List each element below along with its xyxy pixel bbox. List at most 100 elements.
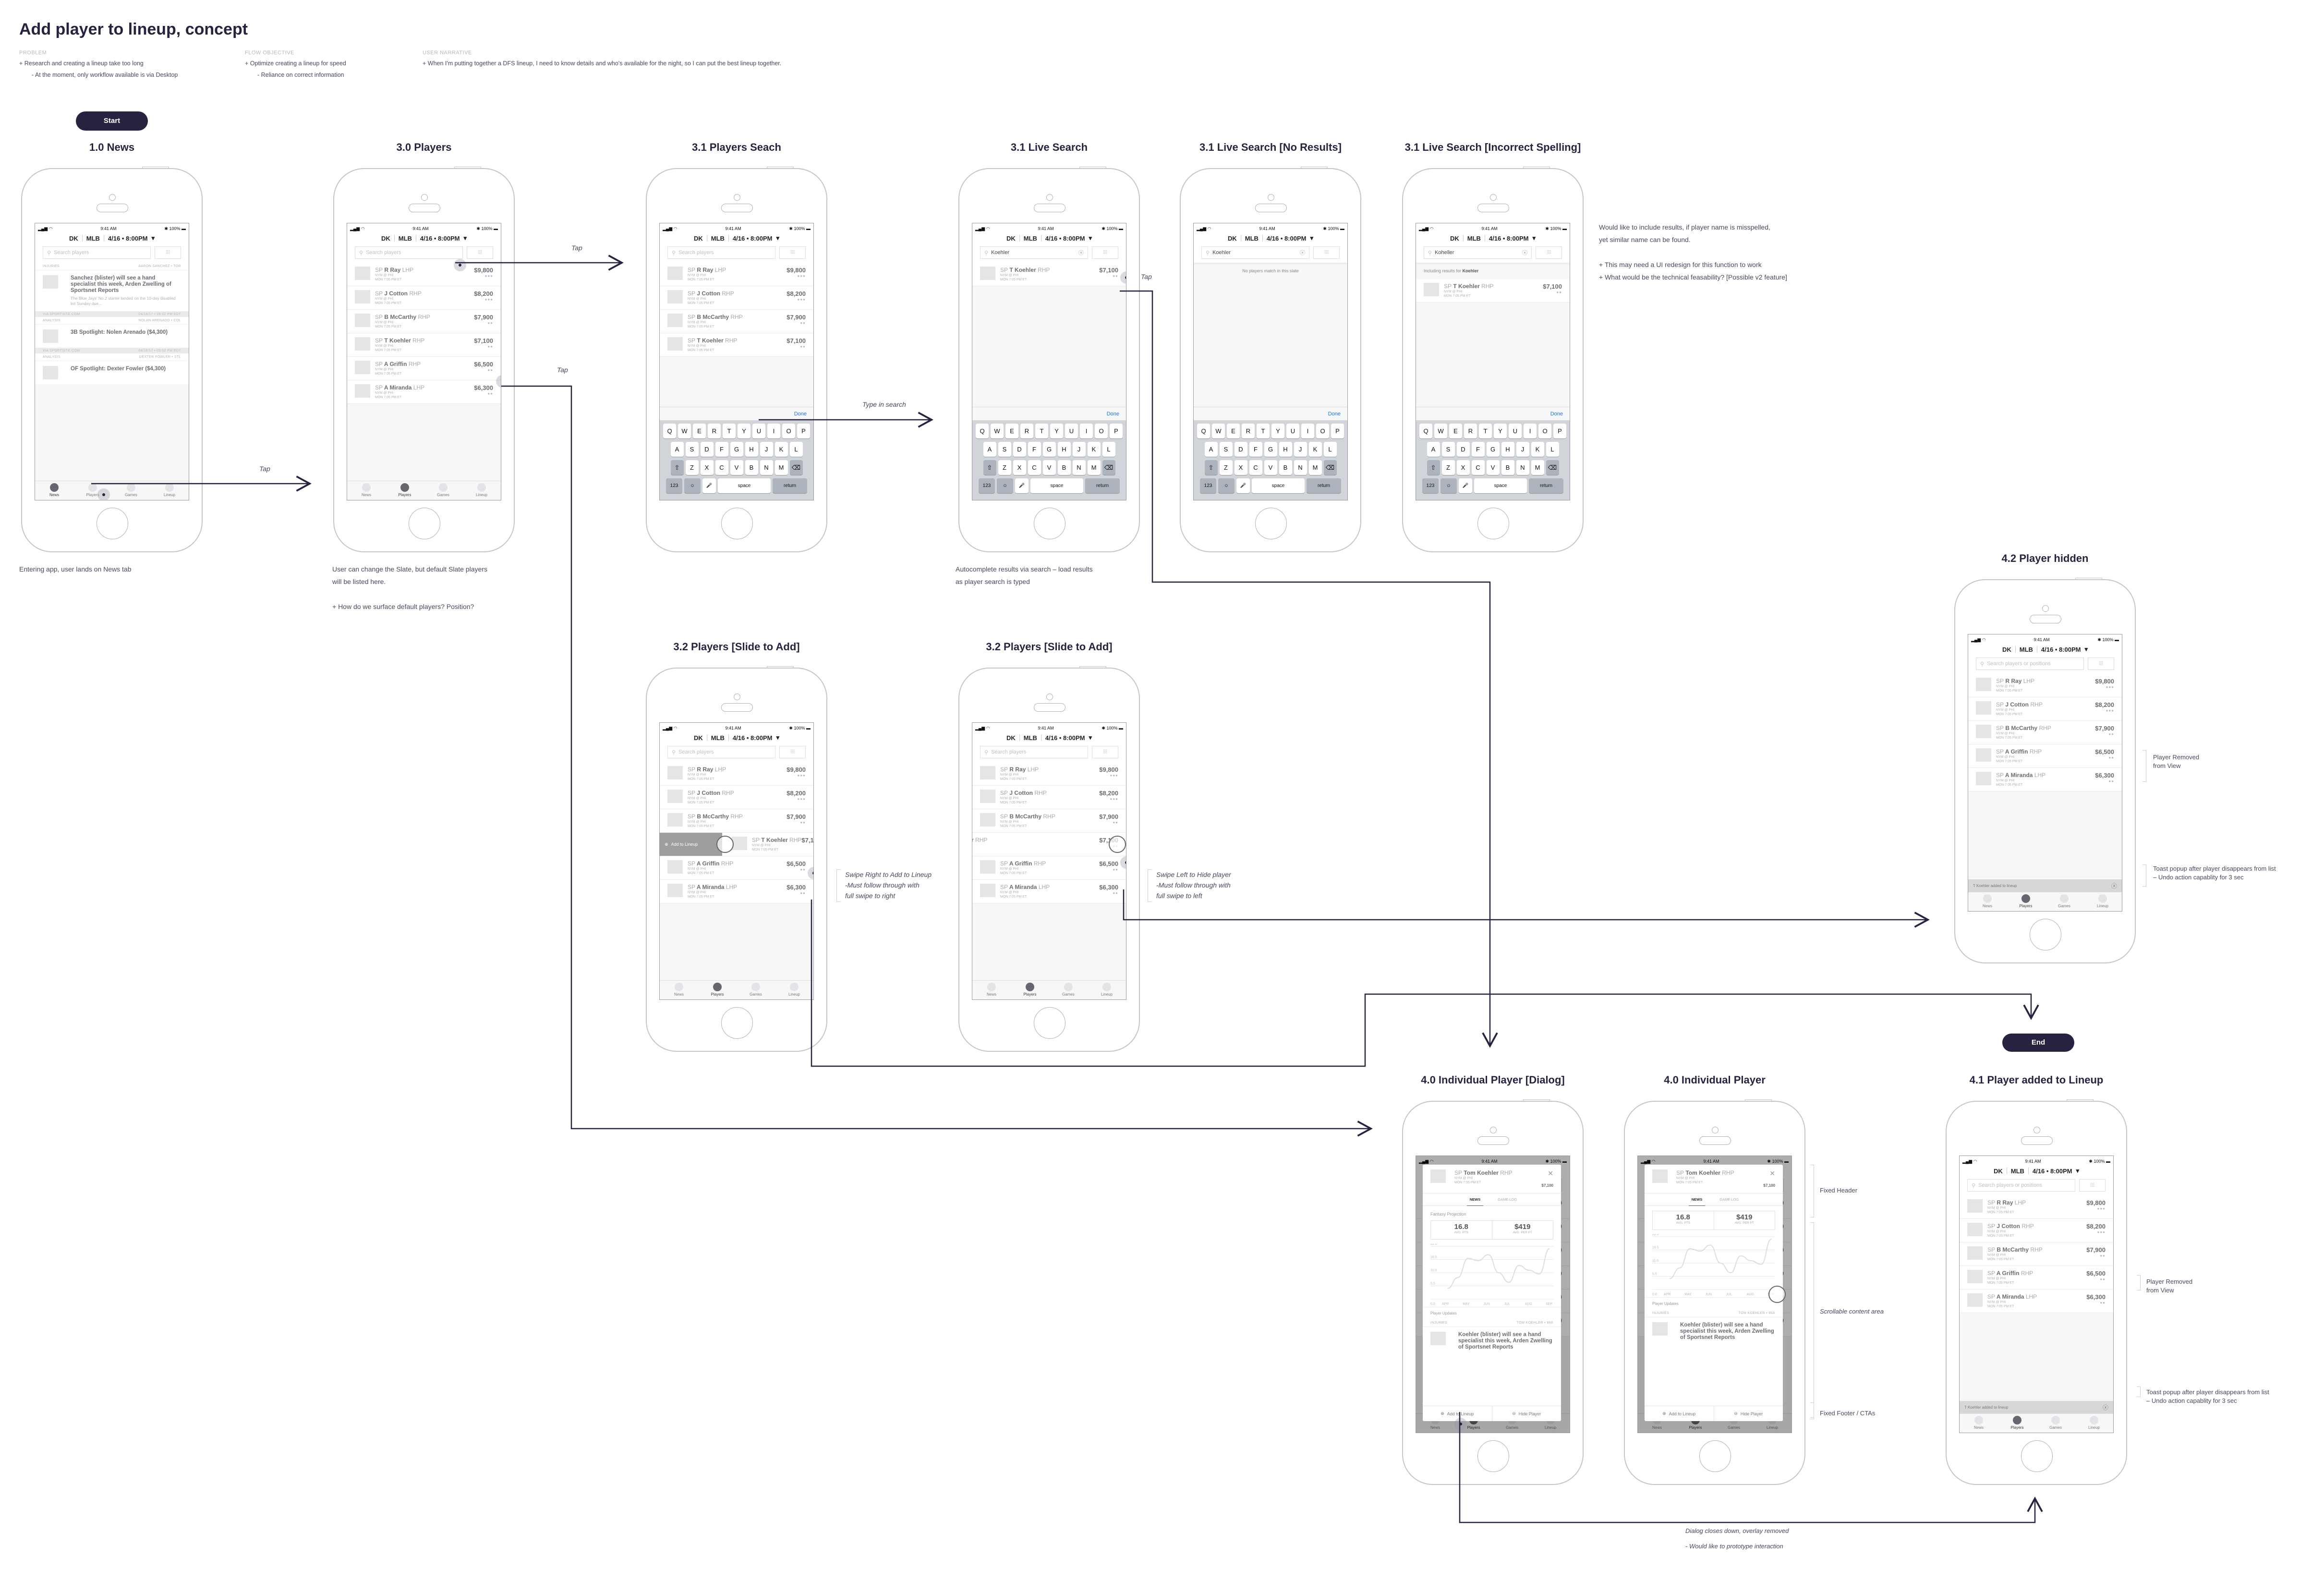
- player-row[interactable]: SP T Koehler RHPNYM @ PHIMON 7:05 PM ET$…: [347, 333, 501, 357]
- clear-search-icon[interactable]: ⓧ: [1078, 249, 1084, 256]
- key[interactable]: V: [1486, 460, 1500, 475]
- slate-selector[interactable]: DKMLB4/16 • 8:00PM▾: [35, 233, 189, 243]
- player-row[interactable]: SP T Koehler RHPNYM @ PHIMON 7:05 PM ET$…: [660, 333, 813, 357]
- key[interactable]: N: [1072, 460, 1086, 475]
- key[interactable]: Z: [1441, 460, 1455, 475]
- key[interactable]: P: [1331, 424, 1344, 438]
- tab-news[interactable]: News: [972, 981, 1011, 999]
- update-item[interactable]: Koehler (blister) will see a hand specia…: [1423, 1327, 1561, 1355]
- player-row[interactable]: SP R Ray LHPNYM @ PHIMON 7:05 PM ET$9,80…: [1968, 674, 2122, 697]
- player-row[interactable]: SP J Cotton RHPNYM @ PHIMON 7:05 PM ET$8…: [1960, 1219, 2113, 1242]
- player-row[interactable]: SP T Koehler RHPNYM @ PHIMON 7:05 PM ET$…: [660, 833, 813, 856]
- tab-players[interactable]: Players: [698, 981, 737, 999]
- key[interactable]: M: [1308, 460, 1322, 475]
- chevron-down-icon[interactable]: ▾: [152, 234, 155, 242]
- key[interactable]: return: [1529, 478, 1563, 493]
- key[interactable]: 🎤: [702, 478, 716, 493]
- update-item[interactable]: Koehler (blister) will see a hand specia…: [1645, 1317, 1783, 1346]
- news-item[interactable]: OF Spotlight: Dexter Fowler ($4,300): [35, 361, 189, 384]
- news-item[interactable]: 3B Spotlight: Nolen Arenado ($4,300): [35, 325, 189, 348]
- player-row[interactable]: SP A Griffin RHPNYM @ PHIMON 7:05 PM ET$…: [1968, 744, 2122, 768]
- chevron-down-icon[interactable]: ▾: [1310, 234, 1314, 242]
- key[interactable]: S: [1441, 442, 1455, 457]
- player-row[interactable]: SP B McCarthy RHPNYM @ PHIMON 7:05 PM ET…: [660, 809, 813, 833]
- hide-player-button[interactable]: ⊖ Hide Player: [1713, 1406, 1783, 1421]
- key[interactable]: G: [1486, 442, 1500, 457]
- key[interactable]: W: [678, 424, 691, 438]
- key[interactable]: D: [700, 442, 714, 457]
- key[interactable]: O: [1095, 424, 1108, 438]
- key[interactable]: J: [1294, 442, 1307, 457]
- tab-games[interactable]: Games: [2045, 892, 2083, 911]
- home-button[interactable]: [409, 508, 440, 539]
- tab-news[interactable]: NEWS: [1466, 1193, 1484, 1206]
- key[interactable]: ⇧: [1204, 460, 1218, 475]
- key[interactable]: H: [1279, 442, 1292, 457]
- key[interactable]: I: [1524, 424, 1537, 438]
- player-row[interactable]: SP A Miranda LHPNYM @ PHIMON 7:05 PM ET$…: [660, 880, 813, 903]
- key[interactable]: L: [1323, 442, 1337, 457]
- chevron-down-icon[interactable]: ▾: [776, 234, 780, 242]
- tab-news[interactable]: News: [1968, 892, 2007, 911]
- key[interactable]: B: [1057, 460, 1071, 475]
- tab-news[interactable]: News: [1960, 1414, 1998, 1433]
- key[interactable]: S: [1219, 442, 1233, 457]
- home-button[interactable]: [1255, 508, 1287, 539]
- home-button[interactable]: [721, 1007, 753, 1039]
- key[interactable]: X: [1234, 460, 1247, 475]
- tab-news[interactable]: News: [347, 481, 386, 500]
- tab-news[interactable]: NEWS: [1688, 1193, 1706, 1206]
- key[interactable]: Z: [685, 460, 699, 475]
- key[interactable]: C: [715, 460, 728, 475]
- slate-selector[interactable]: DKMLB4/16 • 8:00PM▾: [1416, 233, 1570, 243]
- key[interactable]: X: [1456, 460, 1470, 475]
- key[interactable]: B: [745, 460, 758, 475]
- clear-search-icon[interactable]: ⓧ: [1300, 249, 1305, 256]
- key[interactable]: 🎤: [1015, 478, 1029, 493]
- key[interactable]: ☺: [997, 478, 1013, 493]
- player-row[interactable]: SP A Griffin RHPNYM @ PHIMON 7:05 PM ET$…: [972, 856, 1126, 880]
- filter-button[interactable]: ⫶⫶⫶: [1092, 246, 1118, 259]
- chevron-down-icon[interactable]: ▾: [464, 234, 467, 242]
- key[interactable]: F: [1249, 442, 1262, 457]
- key[interactable]: Q: [976, 424, 989, 438]
- home-button[interactable]: [1699, 1440, 1731, 1472]
- filter-button[interactable]: ⫶⫶⫶: [779, 246, 806, 259]
- tab-lineup[interactable]: Lineup: [2083, 892, 2122, 911]
- filter-button[interactable]: ⫶⫶⫶: [467, 246, 493, 259]
- key[interactable]: 123: [666, 478, 682, 493]
- key[interactable]: ⌫: [1546, 460, 1559, 475]
- search-input[interactable]: ⚲ Koheller ⓧ: [1424, 246, 1532, 259]
- player-row[interactable]: SP J Cotton RHPNYM @ PHIMON 7:05 PM ET$8…: [660, 286, 813, 310]
- key[interactable]: R: [1020, 424, 1033, 438]
- key[interactable]: ☺: [1218, 478, 1235, 493]
- key[interactable]: F: [715, 442, 728, 457]
- key[interactable]: V: [1264, 460, 1277, 475]
- tab-lineup[interactable]: Lineup: [462, 481, 501, 500]
- player-row[interactable]: SP R Ray LHPNYM @ PHIMON 7:05 PM ET$9,80…: [660, 263, 813, 286]
- key[interactable]: T: [1257, 424, 1270, 438]
- home-button[interactable]: [1034, 1007, 1065, 1039]
- key[interactable]: H: [745, 442, 758, 457]
- key[interactable]: 123: [979, 478, 995, 493]
- key[interactable]: A: [1427, 442, 1440, 457]
- key[interactable]: W: [1212, 424, 1225, 438]
- slate-selector[interactable]: DKMLB4/16 • 8:00PM▾: [660, 233, 813, 243]
- player-row[interactable]: SP B McCarthy RHPNYM @ PHIMON 7:05 PM ET…: [1960, 1242, 2113, 1266]
- key[interactable]: J: [1072, 442, 1086, 457]
- tab-lineup[interactable]: Lineup: [775, 981, 813, 999]
- add-to-lineup-action[interactable]: ⊕ Add to Lineup: [660, 833, 722, 856]
- tab-game-log[interactable]: GAME LOG: [1719, 1197, 1739, 1202]
- tab-players[interactable]: Players: [1998, 1414, 2036, 1433]
- key[interactable]: C: [1249, 460, 1262, 475]
- player-row[interactable]: SP J Cotton RHPNYM @ PHIMON 7:05 PM ET$8…: [1968, 697, 2122, 721]
- key[interactable]: L: [1546, 442, 1559, 457]
- home-button[interactable]: [2021, 1440, 2053, 1472]
- player-row[interactable]: SP R Ray LHPNYM @ PHIMON 7:05 PM ET$9,80…: [1960, 1195, 2113, 1219]
- player-row[interactable]: SP B McCarthy RHPNYM @ PHIMON 7:05 PM ET…: [347, 310, 501, 333]
- key[interactable]: Y: [1050, 424, 1063, 438]
- key[interactable]: J: [1516, 442, 1529, 457]
- player-row[interactable]: SP R Ray LHPNYM @ PHIMON 7:05 PM ET$9,80…: [660, 762, 813, 786]
- key[interactable]: E: [693, 424, 706, 438]
- player-row[interactable]: SP A Griffin RHPNYM @ PHIMON 7:05 PM ET$…: [1960, 1266, 2113, 1290]
